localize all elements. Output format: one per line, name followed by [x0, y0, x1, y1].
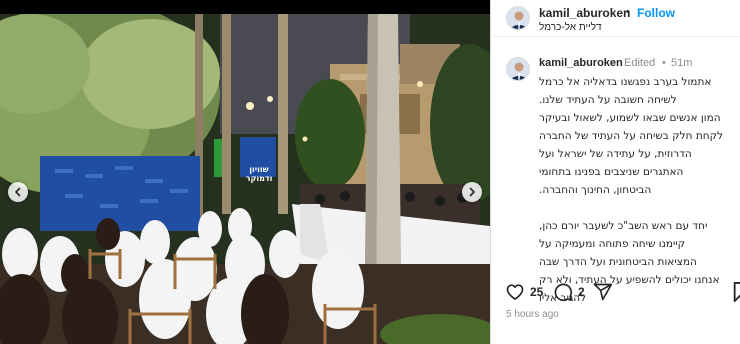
top-black-bar [0, 0, 490, 14]
edited-label: Edited [624, 57, 656, 69]
post-timestamp[interactable]: 5 hours ago [506, 309, 559, 320]
chevron-right-icon [469, 187, 475, 197]
comment-separator: • [662, 57, 666, 69]
heart-icon [506, 284, 524, 300]
post-location[interactable]: דליית אל-כרמל [539, 22, 602, 33]
caption-line: המציאות הביטחונית ועל הדרך שבה [539, 256, 697, 268]
follow-button[interactable]: Follow [637, 6, 675, 20]
post-side-panel: kamil_aburoken • Follow דליית אל-כרמל ka… [490, 0, 740, 344]
caption-comment: kamil_aburoken Edited • 51m אתמול בערב נ… [491, 37, 740, 304]
chevron-left-icon [15, 187, 21, 197]
post-photo[interactable]: שוויון ודמוקר [0, 14, 490, 344]
caption-line: יחד עם ראש השב"כ לשעבר יורם כהן, [539, 220, 708, 232]
caption-line: הביטחון, החינוך והחברה. [539, 184, 652, 196]
like-count[interactable]: 25 [530, 285, 543, 299]
banner-line-2: ודמוקר [245, 174, 273, 183]
share-icon [593, 283, 613, 301]
post-actions: 25 2 [491, 281, 740, 305]
caption-line: לשיחה חשובה על העתיד שלנו. [539, 94, 677, 106]
previous-photo-button[interactable] [8, 182, 28, 202]
author-avatar[interactable] [506, 6, 530, 30]
next-photo-button[interactable] [462, 182, 482, 202]
profile-photo-icon [507, 7, 529, 29]
banner-line-1: שוויון [249, 165, 269, 174]
caption-line: הדרוזית, על עתידה של ישראל ועל [539, 148, 692, 160]
more-options-button[interactable] [731, 5, 733, 20]
caption-line: האתגרים שניצבים בפנינו בתחומי [539, 166, 684, 178]
bookmark-icon [733, 282, 740, 302]
post-header: kamil_aburoken • Follow דליית אל-כרמל [491, 0, 740, 37]
save-button[interactable] [733, 282, 740, 302]
more-horizontal-icon [731, 5, 733, 17]
header-separator: • [626, 6, 630, 18]
comment-icon [554, 283, 573, 302]
like-button[interactable]: 25 [505, 282, 543, 302]
comment-count[interactable]: 2 [578, 285, 585, 299]
comment-time[interactable]: 51m [671, 57, 692, 69]
author-username[interactable]: kamil_aburoken [539, 6, 630, 20]
caption-line: אתמול בערב נפגשנו בדאליה אל כרמל [539, 76, 712, 88]
comment-author-avatar[interactable] [506, 57, 530, 81]
caption-line: לקחת חלק בשיחה על העתיד של החברה [539, 130, 723, 142]
comment-button[interactable]: 2 [553, 282, 585, 302]
caption-line: המון אנשים שבאו לשמוע, לשאול ובעיקר [539, 112, 721, 124]
share-button[interactable] [593, 282, 613, 302]
caption-text: אתמול בערב נפגשנו בדאליה אל כרמל לשיחה ח… [539, 73, 731, 307]
caption-line: קיימנו שיחה פתוחה ומעמיקה על [539, 238, 686, 250]
comment-username[interactable]: kamil_aburoken [539, 57, 623, 69]
banner-text: שוויון ודמוקר [244, 165, 274, 183]
profile-photo-icon [507, 58, 529, 80]
